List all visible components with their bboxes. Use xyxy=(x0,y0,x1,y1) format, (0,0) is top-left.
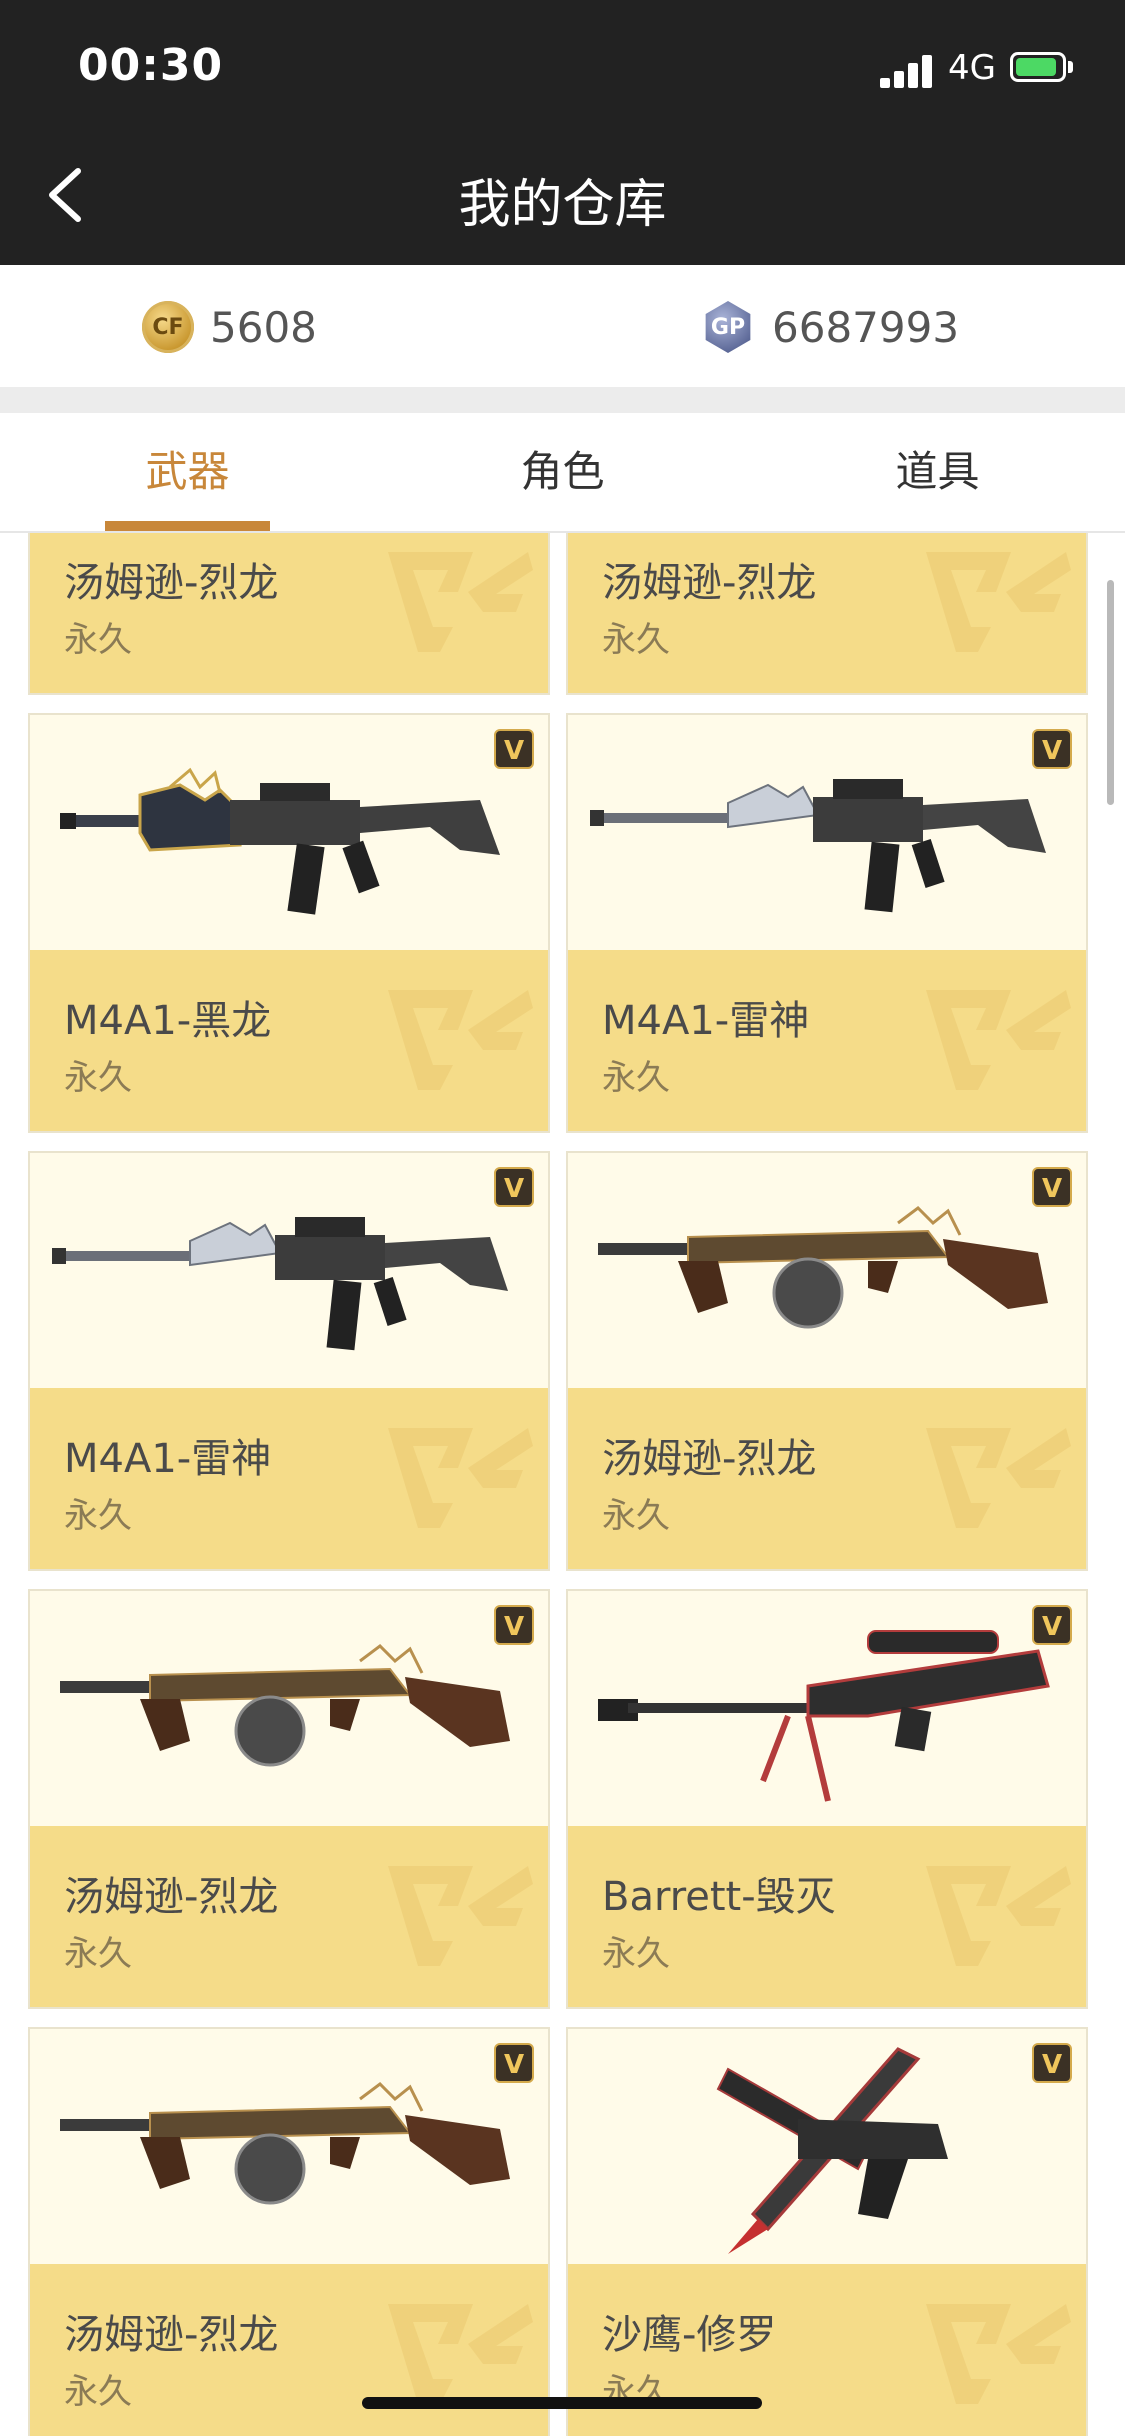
weapon-name: 汤姆逊-烈龙 xyxy=(64,1874,279,1920)
weapon-image: V xyxy=(30,1153,548,1388)
gp-value: 6687993 xyxy=(772,303,960,352)
weapon-name: M4A1-雷神 xyxy=(602,998,810,1044)
vip-badge-icon: V xyxy=(1032,2043,1072,2083)
cf-points-value: 5608 xyxy=(210,303,317,352)
cf-logo-watermark xyxy=(388,990,533,1090)
weapon-grid[interactable]: 汤姆逊-烈龙 永久 汤姆逊-烈龙 永久 V M4A1-黑龙 永久 V M4A1-雷神永… xyxy=(0,533,1125,2436)
weapon-image: V xyxy=(30,2029,548,2264)
card-info: 汤姆逊-烈龙永久 xyxy=(568,1388,1086,1569)
weapon-duration: 永久 xyxy=(602,1496,670,1536)
weapon-card[interactable]: 汤姆逊-烈龙永久 xyxy=(566,533,1088,695)
tab-items[interactable]: 道具 xyxy=(750,413,1125,531)
weapon-card[interactable]: V M4A1-黑龙永久 xyxy=(28,713,550,1133)
card-info: M4A1-雷神永久 xyxy=(30,1388,548,1569)
weapon-name: 汤姆逊-烈龙 xyxy=(602,560,817,606)
weapon-illustration xyxy=(590,779,1046,913)
weapon-name: M4A1-雷神 xyxy=(64,1436,272,1482)
section-divider xyxy=(0,387,1125,413)
currency-row: CF 5608 GP 6687993 xyxy=(0,267,1125,387)
card-info: 沙鹰-修罗 永久 xyxy=(568,2264,1086,2436)
weapon-image: V xyxy=(568,1591,1086,1826)
active-tab-indicator xyxy=(105,521,270,531)
weapon-duration: 永久 xyxy=(64,1934,132,1974)
vip-badge-icon: V xyxy=(494,1167,534,1207)
tab-characters[interactable]: 角色 xyxy=(375,413,750,531)
card-info: 汤姆逊-烈龙永久 xyxy=(30,2264,548,2436)
weapon-card[interactable]: V Barrett-毁灭永久 xyxy=(566,1589,1088,2009)
vip-badge-icon: V xyxy=(494,1605,534,1645)
weapon-name: 汤姆逊-烈龙 xyxy=(64,560,279,606)
gp-coin-icon: GP xyxy=(705,301,751,353)
weapon-illustration xyxy=(598,1206,1048,1329)
card-info: 汤姆逊-烈龙永久 xyxy=(30,1826,548,2007)
weapon-image: V xyxy=(568,715,1086,950)
cf-logo-watermark xyxy=(926,1428,1071,1528)
cf-logo-watermark xyxy=(388,1866,533,1966)
vip-badge-icon: V xyxy=(494,2043,534,2083)
battery-tip xyxy=(1068,61,1073,73)
vip-badge-icon: V xyxy=(1032,1605,1072,1645)
weapon-image: V xyxy=(30,1591,548,1826)
weapon-name: 汤姆逊-烈龙 xyxy=(64,2312,279,2358)
cf-coin-icon: CF xyxy=(142,301,194,353)
weapon-name: 沙鹰-修罗 xyxy=(602,2312,777,2358)
tab-weapons[interactable]: 武器 xyxy=(0,413,375,531)
home-indicator[interactable] xyxy=(362,2397,762,2409)
weapon-duration: 永久 xyxy=(602,1058,670,1098)
weapon-duration: 永久 xyxy=(602,620,670,660)
weapon-illustration xyxy=(716,2047,948,2254)
network-label: 4G xyxy=(948,48,996,88)
cf-logo-watermark xyxy=(926,1866,1071,1966)
signal-icon xyxy=(880,52,936,88)
vip-badge-icon: V xyxy=(494,729,534,769)
status-time: 00:30 xyxy=(78,40,224,91)
vip-badge-icon: V xyxy=(1032,729,1072,769)
card-info: 汤姆逊-烈龙永久 xyxy=(30,533,548,693)
cf-logo-watermark xyxy=(926,552,1071,652)
weapon-image: V xyxy=(30,715,548,950)
weapon-card[interactable]: V 汤姆逊-烈龙永久 xyxy=(566,1151,1088,1571)
weapon-card[interactable]: V M4A1-雷神永久 xyxy=(566,713,1088,1133)
weapon-duration: 永久 xyxy=(64,1058,132,1098)
vip-badge-icon: V xyxy=(1032,1167,1072,1207)
weapon-image: V xyxy=(568,2029,1086,2264)
top-bar: 00:30 4G 我的仓库 xyxy=(0,0,1125,265)
weapon-card[interactable]: V M4A1-雷神永久 xyxy=(28,1151,550,1571)
weapon-illustration xyxy=(52,1217,508,1351)
card-info: M4A1-黑龙永久 xyxy=(30,950,548,1131)
weapon-name: 汤姆逊-烈龙 xyxy=(602,1436,817,1482)
card-info: M4A1-雷神永久 xyxy=(568,950,1086,1131)
scrollbar[interactable] xyxy=(1107,580,1114,805)
weapon-card[interactable]: V 汤姆逊-烈龙永久 xyxy=(28,2027,550,2436)
weapon-duration: 永久 xyxy=(64,620,132,660)
weapon-illustration xyxy=(60,2082,510,2205)
cf-logo-watermark xyxy=(388,552,533,652)
weapon-name: M4A1-黑龙 xyxy=(64,998,272,1044)
weapon-illustration xyxy=(598,1630,1050,1802)
weapon-name: Barrett-毁灭 xyxy=(602,1874,836,1920)
cf-logo-watermark xyxy=(926,2304,1071,2404)
weapon-illustration xyxy=(60,767,500,915)
battery-icon xyxy=(1010,52,1066,82)
card-info: 汤姆逊-烈龙永久 xyxy=(568,533,1086,693)
weapon-duration: 永久 xyxy=(64,1496,132,1536)
weapon-duration: 永久 xyxy=(64,2372,132,2412)
weapon-image: V xyxy=(568,1153,1086,1388)
weapon-illustration xyxy=(60,1644,510,1767)
card-info: Barrett-毁灭永久 xyxy=(568,1826,1086,2007)
cf-logo-watermark xyxy=(388,2304,533,2404)
page-title: 我的仓库 xyxy=(458,175,667,235)
weapon-card[interactable]: V 汤姆逊-烈龙永久 xyxy=(28,1589,550,2009)
category-tabs: 武器 角色 道具 xyxy=(0,413,1125,533)
cf-logo-watermark xyxy=(388,1428,533,1528)
weapon-card[interactable]: V 沙鹰-修罗 永久 xyxy=(566,2027,1088,2436)
cf-logo-watermark xyxy=(926,990,1071,1090)
weapon-duration: 永久 xyxy=(602,1934,670,1974)
weapon-card[interactable]: 汤姆逊-烈龙永久 xyxy=(28,533,550,695)
